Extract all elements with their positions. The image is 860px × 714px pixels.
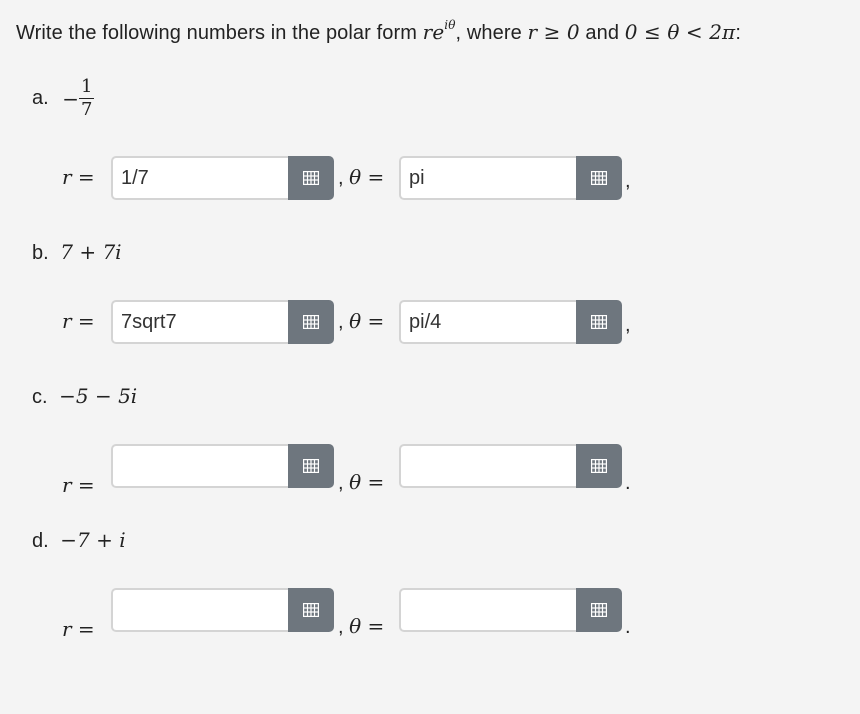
r-label: r = xyxy=(62,165,95,189)
problem-prompt: Write the following numbers in the polar… xyxy=(16,18,741,45)
r-answer-field-b xyxy=(111,300,334,344)
polar-form-exponent: iθ xyxy=(444,18,456,32)
prompt-text-and: and xyxy=(579,22,625,44)
r-label: r = xyxy=(62,617,95,641)
keypad-grid-icon xyxy=(303,171,319,185)
problem-letter: d. xyxy=(32,530,49,552)
end-punctuation: , xyxy=(625,314,631,336)
end-punctuation: . xyxy=(625,472,631,494)
keypad-grid-icon xyxy=(591,603,607,617)
keypad-button[interactable] xyxy=(288,444,334,488)
r-answer-field-c xyxy=(111,444,334,488)
prompt-text-where: , where xyxy=(455,22,528,44)
r-label: r = xyxy=(62,473,95,497)
r-input-a[interactable] xyxy=(111,156,288,200)
keypad-grid-icon xyxy=(303,603,319,617)
fraction: 17 xyxy=(79,76,95,121)
keypad-grid-icon xyxy=(591,171,607,185)
theta-label: , θ = xyxy=(338,470,385,494)
problem-letter: a. xyxy=(32,86,49,109)
problem-d-label: d. −7 + i xyxy=(32,528,126,553)
theta-input-c[interactable] xyxy=(399,444,576,488)
keypad-button[interactable] xyxy=(288,588,334,632)
keypad-grid-icon xyxy=(303,459,319,473)
r-input-b[interactable] xyxy=(111,300,288,344)
complex-expression: −5 − 5i xyxy=(59,384,138,408)
theta-answer-field-b xyxy=(399,300,622,344)
r-input-d[interactable] xyxy=(111,588,288,632)
theta-input-b[interactable] xyxy=(399,300,576,344)
problem-letter: b. xyxy=(32,242,49,264)
theta-input-d[interactable] xyxy=(399,588,576,632)
fraction-numerator: 1 xyxy=(79,76,95,99)
complex-expression: 7 + 7i xyxy=(60,240,122,264)
theta-answer-field-d xyxy=(399,588,622,632)
keypad-button[interactable] xyxy=(288,156,334,200)
fraction-denominator: 7 xyxy=(81,99,93,120)
r-answer-field-d xyxy=(111,588,334,632)
keypad-grid-icon xyxy=(591,459,607,473)
end-punctuation: . xyxy=(625,616,631,638)
keypad-button[interactable] xyxy=(576,444,622,488)
theta-input-a[interactable] xyxy=(399,156,576,200)
prompt-colon: : xyxy=(735,22,741,44)
prompt-text: Write the following numbers in the polar… xyxy=(16,22,423,44)
theta-label: , θ = xyxy=(338,309,385,333)
theta-answer-field-a xyxy=(399,156,622,200)
keypad-grid-icon xyxy=(591,315,607,329)
keypad-button[interactable] xyxy=(288,300,334,344)
keypad-button[interactable] xyxy=(576,156,622,200)
r-answer-field-a xyxy=(111,156,334,200)
end-punctuation: , xyxy=(625,170,631,192)
theta-answer-field-c xyxy=(399,444,622,488)
theta-label: , θ = xyxy=(338,614,385,638)
r-label: r = xyxy=(62,309,95,333)
r-input-c[interactable] xyxy=(111,444,288,488)
problem-letter: c. xyxy=(32,386,48,408)
fraction-sign: − xyxy=(62,86,80,111)
keypad-button[interactable] xyxy=(576,588,622,632)
problem-c-label: c. −5 − 5i xyxy=(32,384,137,409)
condition-theta: 0 ≤ θ < 2π xyxy=(624,20,736,44)
polar-form-e: e xyxy=(432,20,445,44)
problem-a-label: a. −1 7 xyxy=(32,76,95,121)
polar-form-r: r xyxy=(422,20,433,44)
problem-b-label: b. 7 + 7i xyxy=(32,240,122,265)
complex-expression: −7 + i xyxy=(60,528,126,552)
keypad-grid-icon xyxy=(303,315,319,329)
condition-r: r ≥ 0 xyxy=(527,20,580,44)
theta-label: , θ = xyxy=(338,165,385,189)
keypad-button[interactable] xyxy=(576,300,622,344)
